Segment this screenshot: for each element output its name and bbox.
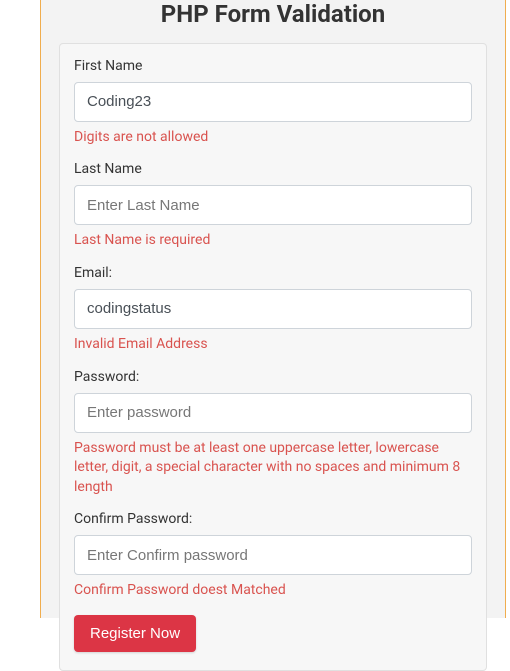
first-name-input[interactable] (74, 82, 472, 122)
first-name-error: Digits are not allowed (74, 128, 472, 148)
page-title: PHP Form Validation (59, 0, 487, 43)
confirm-password-input[interactable] (74, 535, 472, 575)
first-name-label: First Name (74, 58, 472, 74)
form-card: First Name Digits are not allowed Last N… (59, 43, 487, 671)
password-input[interactable] (74, 393, 472, 433)
first-name-group: First Name Digits are not allowed (74, 58, 472, 148)
email-error: Invalid Email Address (74, 335, 472, 355)
register-button[interactable]: Register Now (74, 615, 196, 652)
last-name-label: Last Name (74, 161, 472, 177)
last-name-group: Last Name Last Name is required (74, 161, 472, 251)
page-container: PHP Form Validation First Name Digits ar… (40, 0, 506, 618)
password-label: Password: (74, 369, 472, 385)
confirm-password-error: Confirm Password doest Matched (74, 581, 472, 601)
email-label: Email: (74, 265, 472, 281)
password-error: Password must be at least one uppercase … (74, 439, 472, 498)
confirm-password-group: Confirm Password: Confirm Password doest… (74, 511, 472, 601)
email-group: Email: Invalid Email Address (74, 265, 472, 355)
email-input[interactable] (74, 289, 472, 329)
last-name-input[interactable] (74, 185, 472, 225)
last-name-error: Last Name is required (74, 231, 472, 251)
password-group: Password: Password must be at least one … (74, 369, 472, 498)
confirm-password-label: Confirm Password: (74, 511, 472, 527)
